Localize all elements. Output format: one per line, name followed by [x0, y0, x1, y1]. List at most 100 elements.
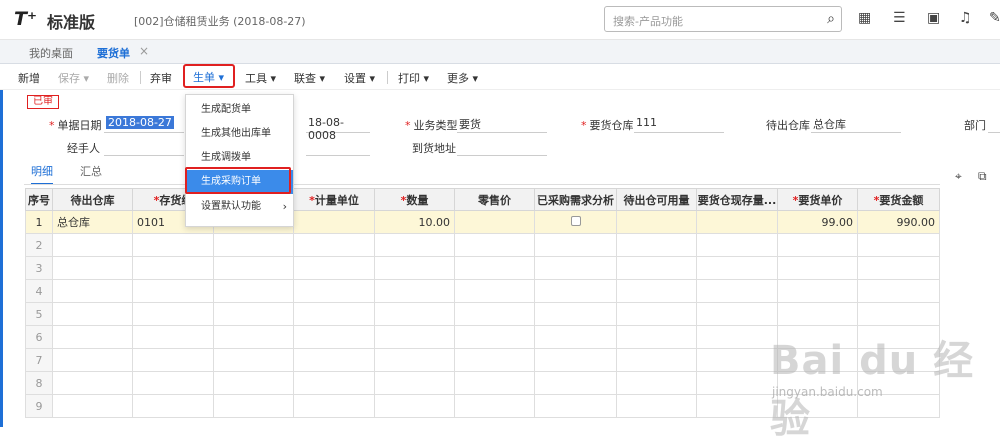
tools-button[interactable]: 工具 ▾ [245, 70, 276, 86]
cell-current-stock[interactable] [696, 210, 778, 234]
grid-cell[interactable] [777, 256, 858, 280]
menu-item-default-function[interactable]: 设置默认功能 › [186, 195, 293, 219]
grid-cell[interactable] [213, 325, 294, 349]
delete-button[interactable]: 删除 [107, 70, 129, 86]
cell-available-qty[interactable] [616, 210, 697, 234]
location-icon[interactable]: ⌖ [955, 169, 962, 184]
grid-cell[interactable] [454, 325, 535, 349]
grid-cell[interactable] [374, 256, 455, 280]
tab-desktop[interactable]: 我的桌面 [29, 45, 73, 61]
grid-cell[interactable] [374, 325, 455, 349]
col-current-stock[interactable]: 要货仓现存量... [696, 188, 778, 211]
grid-cell[interactable] [132, 279, 214, 303]
grid-cell[interactable] [374, 233, 455, 257]
unapprove-button[interactable]: 弃审 [150, 70, 172, 86]
grid-cell[interactable] [777, 279, 858, 303]
col-quantity[interactable]: *数量 [374, 188, 455, 211]
grid-cell[interactable] [374, 394, 455, 418]
col-amount[interactable]: *要货金额 [857, 188, 940, 211]
cell-unit-price[interactable]: 99.00 [777, 210, 858, 234]
grid-cell[interactable] [454, 394, 535, 418]
grid-cell[interactable] [696, 348, 778, 372]
grid-cell[interactable] [696, 394, 778, 418]
grid-cell[interactable] [52, 233, 133, 257]
cell-purchased-analysis[interactable] [534, 210, 617, 234]
grid-cell[interactable] [132, 325, 214, 349]
grid-cell[interactable] [454, 302, 535, 326]
grid-cell[interactable] [696, 302, 778, 326]
grid-cell[interactable] [213, 256, 294, 280]
copy-icon[interactable]: ⧉ [978, 169, 987, 184]
col-purchased-analysis[interactable]: 已采购需求分析 [534, 188, 617, 211]
grid-cell[interactable] [52, 394, 133, 418]
grid-cell[interactable] [696, 371, 778, 395]
address-field[interactable] [457, 139, 547, 156]
menu-item-distribution[interactable]: 生成配货单 [186, 98, 293, 122]
doc-date-field[interactable]: 2018-08-27 [104, 116, 184, 133]
grid-cell[interactable] [454, 371, 535, 395]
new-button[interactable]: 新增 [18, 70, 40, 86]
grid-cell[interactable] [454, 279, 535, 303]
col-out-warehouse[interactable]: 待出仓库 [52, 188, 133, 211]
grid-cell[interactable] [293, 233, 375, 257]
col-unit[interactable]: *计量单位 [293, 188, 375, 211]
grid-cell[interactable] [616, 394, 697, 418]
biz-type-field[interactable]: 要货 [457, 116, 547, 133]
search-box[interactable]: 搜索-产品功能 ⌕ [604, 6, 842, 32]
table-row[interactable]: 2 [25, 233, 940, 257]
grid-cell[interactable] [696, 279, 778, 303]
table-row[interactable]: 1 总仓库 0101 10.00 99.00 990.00 [25, 210, 940, 234]
col-available-qty[interactable]: 待出仓可用量 [616, 188, 697, 211]
purchased-checkbox[interactable] [570, 215, 581, 226]
close-icon[interactable]: × [139, 44, 149, 58]
grid-cell[interactable] [52, 348, 133, 372]
cell-retail-price[interactable] [454, 210, 535, 234]
grid-cell[interactable] [857, 302, 940, 326]
tab-summary[interactable]: 汇总 [80, 163, 102, 179]
grid-cell[interactable] [534, 348, 617, 372]
search-icon[interactable]: ⌕ [827, 11, 835, 27]
grid-cell[interactable] [293, 394, 375, 418]
grid-cell[interactable] [534, 279, 617, 303]
grid-cell[interactable] [213, 302, 294, 326]
bell-icon[interactable]: ♫ [959, 10, 972, 26]
table-row[interactable]: 5 [25, 302, 940, 326]
grid-cell[interactable] [534, 371, 617, 395]
calculator-icon[interactable]: ▦ [858, 10, 871, 26]
grid-cell[interactable] [616, 371, 697, 395]
grid-cell[interactable] [52, 325, 133, 349]
grid-cell[interactable] [293, 348, 375, 372]
more-button[interactable]: 更多 ▾ [447, 70, 478, 86]
grid-cell[interactable] [132, 371, 214, 395]
grid-cell[interactable] [777, 233, 858, 257]
grid-cell[interactable] [52, 256, 133, 280]
grid-cell[interactable] [616, 325, 697, 349]
grid-cell[interactable] [293, 256, 375, 280]
generate-label[interactable]: 生单 ▾ [193, 69, 224, 85]
grid-cell[interactable] [213, 394, 294, 418]
cell-warehouse[interactable]: 总仓库 [52, 210, 133, 234]
grid-cell[interactable] [213, 371, 294, 395]
settings-button[interactable]: 设置 ▾ [344, 70, 375, 86]
grid-cell[interactable] [696, 256, 778, 280]
wrench-icon[interactable]: ✎ [989, 10, 1000, 26]
cell-unit[interactable] [293, 210, 375, 234]
grid-cell[interactable] [616, 233, 697, 257]
table-row[interactable]: 4 [25, 279, 940, 303]
grid-cell[interactable] [213, 233, 294, 257]
tab-requisition[interactable]: 要货单 [97, 45, 130, 66]
grid-cell[interactable] [616, 256, 697, 280]
grid-cell[interactable] [534, 302, 617, 326]
grid-cell[interactable] [132, 256, 214, 280]
grid-cell[interactable] [696, 325, 778, 349]
grid-cell[interactable] [454, 256, 535, 280]
cell-amount[interactable]: 990.00 [857, 210, 940, 234]
grid-cell[interactable] [213, 348, 294, 372]
query-button[interactable]: 联查 ▾ [294, 70, 325, 86]
grid-cell[interactable] [52, 371, 133, 395]
grid-cell[interactable] [857, 279, 940, 303]
grid-cell[interactable] [374, 302, 455, 326]
dept-field[interactable] [988, 116, 1000, 133]
grid-cell[interactable] [534, 233, 617, 257]
print-button[interactable]: 打印 ▾ [398, 70, 429, 86]
